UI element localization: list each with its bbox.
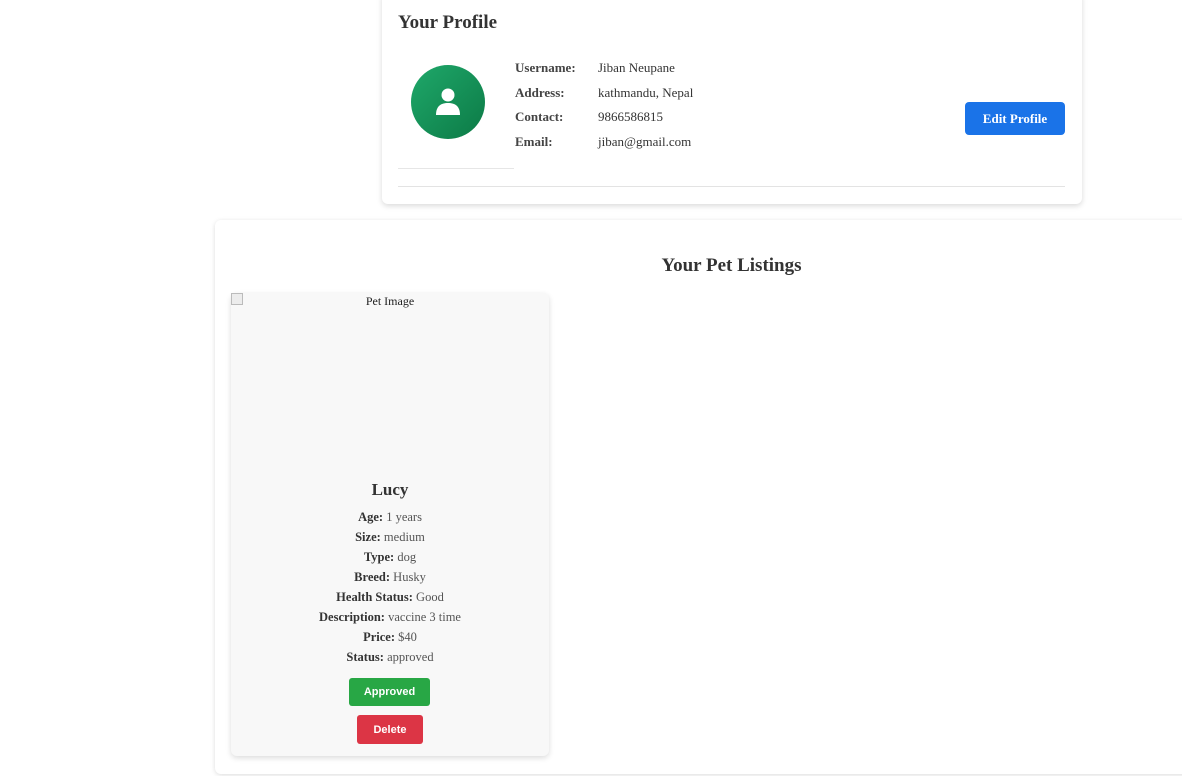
pet-attr-size: Size: medium: [231, 529, 549, 549]
attr-label: Status:: [346, 650, 384, 664]
pet-name: Lucy: [371, 480, 409, 499]
pet-attributes: Age: 1 years Size: medium Type: dog Bree…: [231, 509, 549, 669]
attr-label: Description:: [319, 610, 385, 624]
attr-value: medium: [383, 530, 425, 544]
profile-divider: [398, 186, 1065, 187]
profile-details: Username: Jiban Neupane Address: kathman…: [515, 60, 693, 158]
attr-value: Good: [416, 590, 444, 604]
attr-label: Age:: [358, 510, 384, 524]
attr-value: approved: [387, 650, 434, 664]
user-icon: [436, 88, 460, 115]
detail-value: 9866586815: [598, 109, 663, 124]
detail-label: Username:: [515, 60, 576, 75]
attr-value: 1 years: [386, 510, 422, 524]
avatar: [411, 65, 485, 139]
detail-address: Address: kathmandu, Nepal: [515, 85, 693, 110]
detail-contact: Contact: 9866586815: [515, 109, 693, 134]
detail-label: Contact:: [515, 109, 564, 124]
edit-profile-button[interactable]: Edit Profile: [965, 102, 1065, 135]
profile-card: Your Profile Username: Jiban Neupane Add…: [382, 0, 1082, 204]
detail-email: Email: jiban@gmail.com: [515, 134, 693, 159]
pet-attr-status: Status: approved: [231, 649, 549, 669]
attr-label: Type:: [363, 550, 395, 564]
detail-label: Email:: [515, 133, 553, 149]
listings-title: Your Pet Listings: [661, 255, 802, 276]
broken-image-icon: [231, 293, 243, 305]
delete-button[interactable]: Delete: [357, 715, 423, 744]
detail-value: kathmandu, Nepal: [598, 84, 694, 100]
detail-value: Jiban Neupane: [598, 60, 675, 75]
pet-listings-section: Your Pet Listings Pet Image Lucy Age: 1 …: [215, 220, 1182, 774]
approved-button[interactable]: Approved: [349, 678, 430, 706]
pet-attr-price: Price: $40: [231, 629, 549, 649]
pet-image-alt: Pet Image: [365, 294, 415, 308]
attr-label: Health Status:: [336, 590, 413, 604]
detail-label: Address:: [515, 84, 565, 100]
pet-attr-type: Type: dog: [231, 549, 549, 569]
attr-value: Husky: [393, 570, 426, 584]
pet-attr-description: Description: vaccine 3 time: [231, 609, 549, 629]
pet-attr-health-status: Health Status: Good: [231, 589, 549, 609]
attr-value: vaccine 3 time: [388, 610, 461, 624]
pet-card: Pet Image Lucy Age: 1 years Size: medium…: [231, 293, 549, 756]
attr-value: $40: [398, 630, 417, 644]
pet-attr-age: Age: 1 years: [231, 509, 549, 529]
profile-title: Your Profile: [398, 12, 498, 33]
pet-attr-breed: Breed: Husky: [231, 569, 549, 589]
attr-value: dog: [397, 550, 417, 564]
detail-username: Username: Jiban Neupane: [515, 60, 693, 85]
pet-image: Pet Image: [231, 293, 549, 473]
attr-label: Breed:: [354, 570, 391, 584]
avatar-divider: [398, 168, 514, 169]
detail-value: jiban@gmail.com: [598, 133, 692, 149]
attr-label: Size:: [355, 530, 381, 544]
attr-label: Price:: [363, 630, 396, 644]
